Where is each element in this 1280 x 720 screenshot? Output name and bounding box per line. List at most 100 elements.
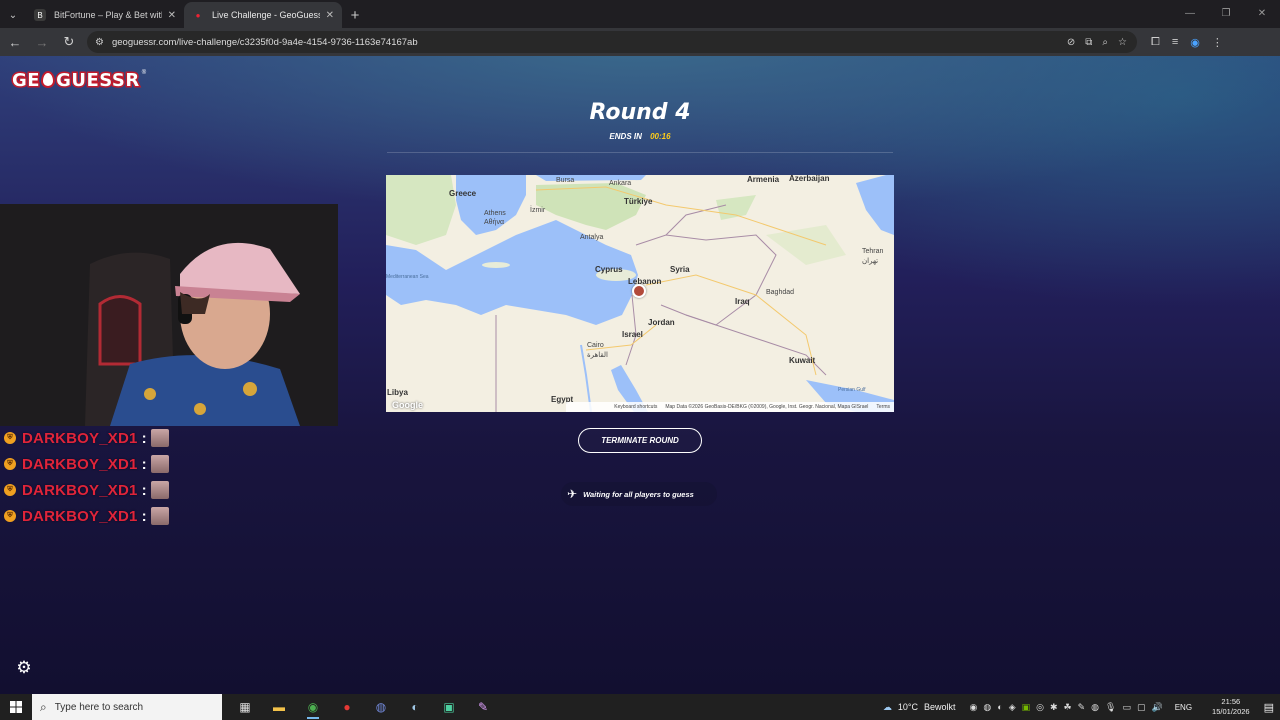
microphone-icon[interactable]: 🎙 [1105, 702, 1116, 713]
tray-app-icon[interactable]: ◈ [1009, 702, 1016, 713]
reading-list-icon[interactable]: ≡ [1172, 36, 1178, 49]
settings-gear-icon[interactable]: ⚙ [14, 658, 34, 678]
close-window-icon[interactable]: ✕ [1244, 0, 1280, 26]
restore-icon[interactable]: ❐ [1208, 0, 1244, 26]
map-label-cyprus: Cyprus [595, 265, 623, 274]
map-label-libya: Libya [387, 388, 408, 397]
reload-icon[interactable]: ↻ [57, 30, 81, 54]
logo-text-left: GE [10, 69, 41, 93]
weather-widget[interactable]: ☁ 10°C Bewolkt [883, 702, 956, 713]
app-red-icon[interactable]: ● [334, 694, 360, 720]
result-map[interactable]: Greece Athens Αθήνα İzmir Bursa Ankara T… [386, 175, 894, 412]
eye-off-icon[interactable]: ⊘ [1067, 37, 1075, 48]
steam-icon[interactable]: ◐ [402, 694, 428, 720]
url-text[interactable]: geoguessr.com/live-challenge/c3235f0d-9a… [112, 37, 1067, 48]
site-info-icon[interactable]: ⚙ [95, 37, 104, 48]
terms-link[interactable]: Terms [876, 404, 890, 410]
taskbar-search-input[interactable]: ⌕ Type here to search [32, 694, 222, 720]
chat-message: ⛨ DARKBOY_XD1 : [4, 451, 169, 477]
map-label-izmir: İzmir [530, 207, 546, 214]
tab-search-icon[interactable]: ⌄ [0, 2, 26, 28]
map-label-athens-local: Αθήνα [484, 219, 505, 226]
header-divider [387, 152, 893, 153]
map-label-azerbaijan: Azerbaijan [789, 175, 830, 183]
stream-chat: ⛨ DARKBOY_XD1 : ⛨ DARKBOY_XD1 : ⛨ DARKBO… [4, 425, 169, 529]
chat-badge-icon: ⛨ [4, 432, 16, 444]
minimize-icon[interactable]: — [1172, 0, 1208, 26]
tab-title: Live Challenge - GeoGuessr [212, 10, 320, 20]
paper-plane-icon: ✈ [567, 487, 578, 501]
extensions-icon[interactable]: ⧠ [1151, 36, 1160, 49]
omnibox[interactable]: ⚙ geoguessr.com/live-challenge/c3235f0d-… [87, 31, 1137, 53]
tab-close-icon[interactable]: ✕ [168, 10, 176, 21]
webcam-overlay [0, 204, 338, 426]
tab-close-icon[interactable]: ✕ [326, 10, 334, 21]
profile-icon[interactable]: ◉ [1190, 36, 1200, 49]
browser-tab-bar: ⌄ B BitFortune – Play & Bet with Cr ✕ ● … [0, 0, 1280, 28]
forward-icon[interactable]: → [30, 30, 54, 54]
chat-username: DARKBOY_XD1 [22, 429, 138, 447]
windows-start-icon[interactable] [0, 694, 32, 720]
chat-username: DARKBOY_XD1 [22, 481, 138, 499]
tab-title: BitFortune – Play & Bet with Cr [54, 10, 162, 20]
tab-bitfortune[interactable]: B BitFortune – Play & Bet with Cr ✕ [26, 2, 184, 28]
map-label-persian-gulf: Persian Gulf [838, 387, 866, 393]
tray-nvidia-icon[interactable]: ▣ [1022, 702, 1031, 713]
window-controls: — ❐ ✕ [1172, 0, 1280, 26]
tray-app-icon[interactable]: ☘ [1064, 702, 1072, 713]
chat-emote-icon [150, 507, 169, 525]
tab-geoguessr[interactable]: ● Live Challenge - GeoGuessr ✕ [184, 2, 342, 28]
menu-icon[interactable]: ⋮ [1212, 36, 1223, 49]
notification-icon[interactable]: ▤ [1264, 701, 1274, 714]
taskbar-clock[interactable]: 21:56 15/01/2026 [1212, 697, 1250, 717]
map-label-tehran-local: تهران [862, 258, 879, 265]
tray-app-icon[interactable]: ◎ [1036, 702, 1044, 713]
new-tab-icon[interactable]: + [342, 2, 368, 28]
display-icon[interactable]: ▢ [1137, 702, 1146, 713]
task-view-icon[interactable]: ▦ [232, 694, 258, 720]
map-attribution: Keyboard shortcuts Map Data ©2026 GeoBas… [566, 402, 894, 412]
map-label-iraq: Iraq [735, 297, 750, 306]
webcam-figure [0, 204, 338, 426]
chat-badge-icon: ⛨ [4, 484, 16, 496]
bitfortune-favicon-icon: B [34, 9, 46, 21]
waiting-text: Waiting for all players to guess [583, 489, 694, 499]
back-icon[interactable]: ← [3, 30, 27, 54]
round-title: Round 4 [589, 100, 691, 125]
discord-icon[interactable]: ◍ [368, 694, 394, 720]
logo-text-right: GUESSR [55, 69, 141, 93]
network-icon[interactable]: ▭ [1122, 702, 1131, 713]
cloud-icon: ☁ [882, 701, 892, 712]
clock-time: 21:56 [1221, 697, 1241, 706]
paint-app-icon[interactable]: ✎ [470, 694, 496, 720]
tray-app-icon[interactable]: ◉ [970, 702, 978, 713]
bookmark-star-icon[interactable]: ☆ [1118, 37, 1127, 48]
tray-app-icon[interactable]: ◍ [983, 702, 991, 713]
language-indicator[interactable]: ENG [1175, 703, 1192, 712]
terminate-round-button[interactable]: TERMINATE ROUND [578, 428, 702, 453]
system-tray: ☁ 10°C Bewolkt ◉ ◍ ◐ ◈ ▣ ◎ ✱ ☘ ✎ ◍ 🎙 ▭ ▢… [883, 694, 1280, 720]
geoguessr-favicon-icon: ● [195, 10, 201, 20]
chat-badge-icon: ⛨ [4, 458, 16, 470]
game-app-icon[interactable]: ▣ [436, 694, 462, 720]
round-timer: ENDS IN 00:16 [0, 132, 1280, 141]
tray-steam-icon[interactable]: ◐ [997, 702, 1002, 712]
search-placeholder: Type here to search [54, 701, 144, 713]
file-explorer-icon[interactable]: ▬ [266, 694, 292, 720]
chrome-icon[interactable]: ◉ [300, 694, 326, 720]
install-app-icon[interactable]: ⧉ [1085, 37, 1092, 48]
tray-pen-icon[interactable]: ✎ [1078, 702, 1086, 713]
volume-icon[interactable]: 🔊 [1151, 702, 1162, 713]
map-label-armenia: Armenia [747, 175, 780, 184]
guess-marker[interactable] [632, 284, 646, 298]
zoom-icon[interactable]: ⌕ [1102, 37, 1108, 48]
geoguessr-logo[interactable]: GE GUESSR ® [10, 69, 146, 93]
tray-app-icon[interactable]: ◍ [1091, 702, 1099, 713]
keyboard-shortcuts-link[interactable]: Keyboard shortcuts [614, 404, 657, 410]
map-label-antalya: Antalya [580, 234, 604, 241]
search-icon: ⌕ [40, 699, 47, 714]
clock-date: 15/01/2026 [1212, 707, 1250, 716]
tray-app-icon[interactable]: ✱ [1050, 702, 1058, 713]
map-label-bursa: Bursa [556, 177, 575, 184]
map-label-syria: Syria [670, 265, 690, 274]
